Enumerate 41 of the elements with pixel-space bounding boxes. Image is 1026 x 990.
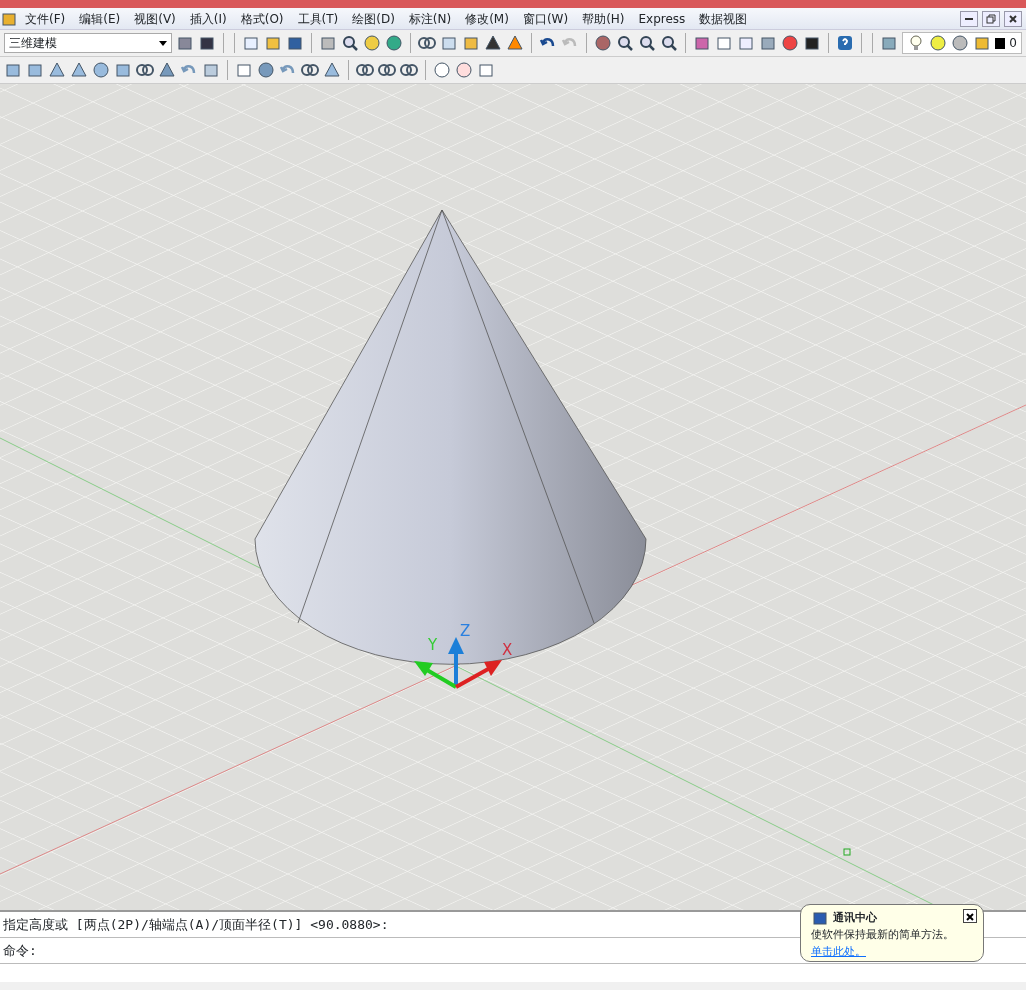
menu-item[interactable]: Express <box>631 7 693 30</box>
menu-item[interactable]: 工具(T) <box>290 7 346 30</box>
workspace-dropdown[interactable]: 三维建模 <box>4 33 173 53</box>
menu-item[interactable]: 修改(M) <box>458 7 516 30</box>
layer-dropdown[interactable]: 0 <box>901 32 1022 54</box>
z-axis-label: Z <box>460 622 471 640</box>
grip-marker <box>843 848 851 856</box>
menu-item[interactable]: 标注(N) <box>401 7 459 30</box>
menu-item[interactable]: 格式(O) <box>233 7 291 30</box>
cone-icon[interactable] <box>70 61 88 79</box>
menu-item[interactable]: 编辑(E) <box>72 7 128 30</box>
torus-icon[interactable] <box>136 61 154 79</box>
x-axis-label: X <box>502 641 513 659</box>
zoom-window-icon[interactable] <box>638 34 657 52</box>
minimize-button[interactable] <box>960 10 978 27</box>
menu-item[interactable]: 插入(I) <box>182 7 234 30</box>
close-button[interactable] <box>1004 10 1022 27</box>
ucs-icon <box>414 637 502 689</box>
minimize-icon <box>965 17 973 20</box>
menu-item[interactable]: 绘图(D) <box>345 7 402 30</box>
preview-icon[interactable] <box>341 34 360 52</box>
y-axis-label: Y <box>428 636 438 654</box>
sphere-icon[interactable] <box>92 61 110 79</box>
color-swatch <box>994 37 1006 49</box>
save-icon[interactable] <box>286 34 305 52</box>
balloon-link[interactable]: 单击此处。 <box>811 944 866 958</box>
zoom-icon[interactable] <box>616 34 635 52</box>
close-icon <box>1008 13 1018 24</box>
restore-icon <box>986 13 996 24</box>
balloon-title: 通讯中心 <box>833 909 877 926</box>
menu-item[interactable]: 数据视图 <box>692 7 755 30</box>
zoom-previous-icon[interactable] <box>660 34 679 52</box>
menu-item[interactable]: 视图(V) <box>127 7 183 30</box>
menu-item[interactable]: 窗口(W) <box>515 7 576 30</box>
close-button[interactable] <box>963 909 977 923</box>
close-icon <box>966 912 974 921</box>
menu-item[interactable]: 帮助(H) <box>575 7 632 30</box>
restore-button[interactable] <box>982 10 1000 27</box>
help-icon[interactable] <box>836 34 854 52</box>
menu-item[interactable]: 文件(F) <box>18 7 73 30</box>
caret-icon <box>159 40 168 46</box>
